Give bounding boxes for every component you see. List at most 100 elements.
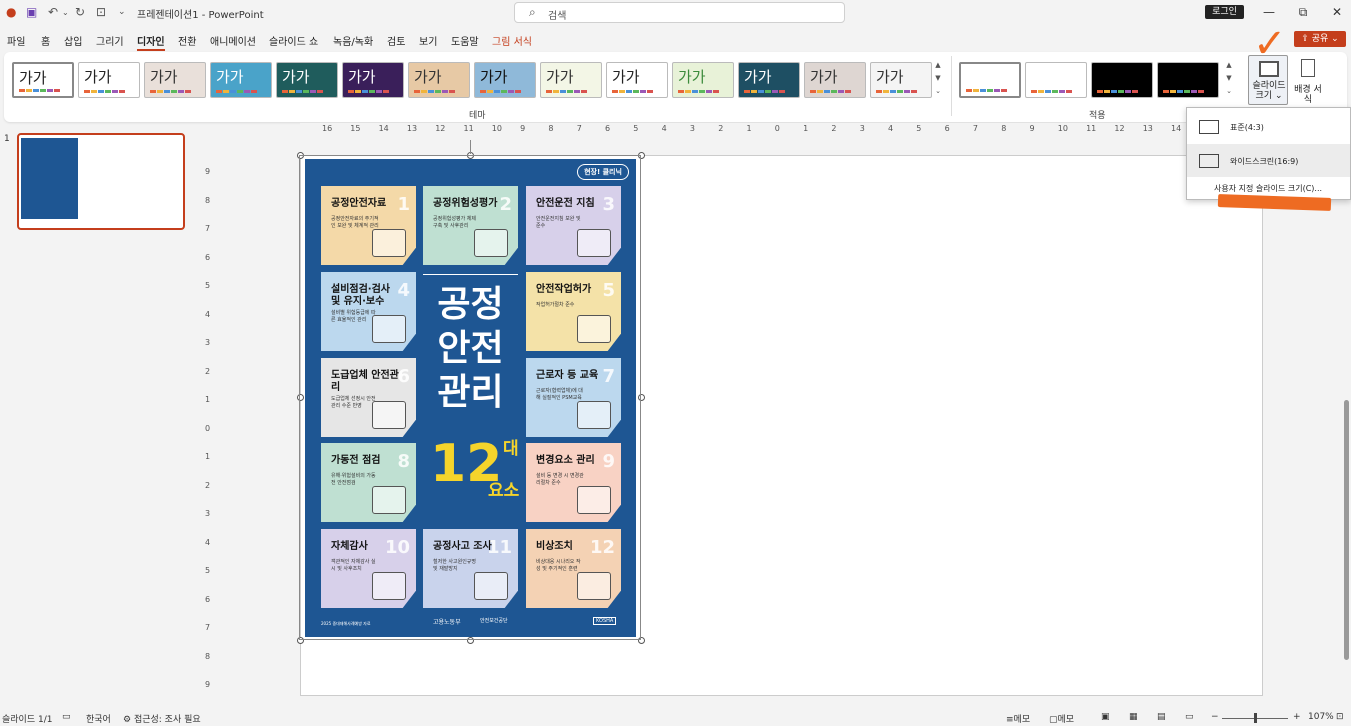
zoom-out-icon[interactable]: − (1211, 712, 1219, 722)
language-indicator[interactable]: 한국어 (86, 712, 111, 725)
resize-handle-s[interactable] (467, 637, 474, 644)
tab-draw[interactable]: 그리기 (96, 33, 124, 48)
status-bar: 슬라이드 1/1 ▭ 한국어 ⚙ 접근성: 조사 필요 ≡메모 ▢메모 ▣ ▦ … (0, 708, 1351, 726)
format-background-label: 배경 서식 (1294, 85, 1322, 105)
tab-view[interactable]: 보기 (419, 33, 437, 48)
ruler-tick-label: 10 (1057, 124, 1068, 133)
theme-thumbnail[interactable]: 가가 (672, 62, 734, 98)
undo-icon[interactable]: ↶ (48, 5, 58, 19)
variant-thumbnail[interactable] (959, 62, 1021, 98)
poster-card-title: 가동전 점검 (331, 455, 381, 466)
theme-thumbnail[interactable]: 가가 (804, 62, 866, 98)
tab-transitions[interactable]: 전환 (178, 33, 196, 48)
themes-scroll[interactable]: ▲ ▼ ⌄ (933, 59, 943, 99)
ruler-tick-label: 7 (205, 623, 211, 632)
variants-scroll[interactable]: ▲ ▼ ⌄ (1224, 59, 1234, 99)
poster-dae: 대 (503, 439, 519, 459)
theme-thumbnail[interactable]: 가가 (342, 62, 404, 98)
theme-thumbnail[interactable]: 가가 (738, 62, 800, 98)
theme-thumbnail[interactable]: 가가 (276, 62, 338, 98)
slide-size-standard-option[interactable]: 표준(4:3) (1187, 110, 1350, 143)
close-icon[interactable]: ✕ (1327, 5, 1347, 19)
scroll-thumb[interactable] (1344, 400, 1349, 660)
custom-slide-size-option[interactable]: 사용자 지정 슬라이드 크기(C)... (1214, 183, 1322, 194)
tab-animations[interactable]: 애니메이션 (210, 33, 256, 48)
theme-sample-text: 가가 (744, 68, 772, 86)
theme-thumbnail[interactable]: 가가 (474, 62, 536, 98)
tab-design[interactable]: 디자인 (137, 33, 165, 51)
notes-button[interactable]: ≡메모 (1006, 712, 1030, 725)
poster-card: 10 자체감사 객관적인 자체감사 실시 및 사후조치 (321, 529, 416, 608)
slide-thumbnail[interactable] (17, 133, 185, 230)
theme-thumbnail[interactable]: 가가 (540, 62, 602, 98)
save-icon[interactable]: ▣ (26, 5, 37, 19)
slide-counter: 슬라이드 1/1 (2, 715, 53, 725)
zoom-in-icon[interactable]: + (1293, 712, 1301, 722)
theme-color-bars (282, 90, 323, 93)
theme-thumbnail[interactable]: 가가 (210, 62, 272, 98)
slide-sorter-icon[interactable]: ▦ (1129, 712, 1138, 722)
poster-footer-left: 2025 중대재해사례예방 자료 (321, 621, 371, 626)
fit-slide-icon[interactable]: ⊡ (1336, 712, 1344, 722)
poster-card: 6 도급업체 안전관리 도급업체 선정시 안전관리 수준 반영 (321, 358, 416, 437)
accessibility-status[interactable]: ⚙ 접근성: 조사 필요 (123, 712, 201, 725)
normal-view-icon[interactable]: ▣ (1101, 712, 1110, 722)
tab-review[interactable]: 검토 (387, 33, 405, 48)
poster-image[interactable]: 현장! 클리닉 공정 안전 관리 12 대 요소 1 공정안전자료 공정안전자료의 … (305, 159, 636, 637)
share-button[interactable]: ⇪ 공유 ⌄ (1294, 31, 1346, 47)
poster-card-title: 비상조치 (536, 541, 573, 552)
redo-icon[interactable]: ↻ (75, 5, 85, 19)
theme-thumbnail[interactable]: 가가 (408, 62, 470, 98)
ruler-tick-label: 9 (1029, 124, 1035, 133)
ruler-tick-label: 9 (205, 680, 211, 689)
zoom-level[interactable]: 107% (1308, 712, 1334, 722)
tab-help[interactable]: 도움말 (451, 33, 479, 48)
resize-handle-sw[interactable] (297, 637, 304, 644)
resize-handle-ne[interactable] (638, 152, 645, 159)
search-box[interactable]: ⌕ 검색 (514, 2, 845, 23)
tab-slideshow[interactable]: 슬라이드 쇼 (269, 33, 318, 48)
zoom-slider-thumb[interactable] (1254, 713, 1257, 723)
variant-thumbnail[interactable] (1091, 62, 1153, 98)
ruler-tick-label: 4 (205, 537, 211, 547)
tab-home[interactable]: 홈 (41, 33, 50, 48)
comments-button[interactable]: ▢메모 (1049, 712, 1074, 725)
undo-dropdown-icon[interactable]: ⌄ (62, 8, 69, 17)
login-button[interactable]: 로그인 (1205, 5, 1244, 19)
theme-color-bars (216, 90, 257, 93)
theme-thumbnail[interactable]: 가가 (870, 62, 932, 98)
minimize-icon[interactable]: — (1259, 5, 1279, 19)
poster-card-subtitle: 안전운전지침 보완 및 준수 (536, 216, 581, 229)
poster-card-title: 자체감사 (331, 541, 368, 552)
present-icon[interactable]: ⊡ (96, 5, 106, 19)
theme-thumbnail[interactable]: 가가 (12, 62, 74, 98)
ruler-tick-label: 6 (205, 252, 211, 262)
spellcheck-icon[interactable]: ▭ (62, 712, 71, 722)
theme-sample-text: 가가 (348, 68, 376, 86)
resize-handle-e[interactable] (638, 394, 645, 401)
restore-icon[interactable]: ⧉ (1293, 5, 1313, 20)
format-background-button[interactable]: 배경 서식 (1291, 55, 1325, 105)
theme-sample-text: 가가 (282, 68, 310, 86)
variant-thumbnail[interactable] (1025, 62, 1087, 98)
vertical-scrollbar[interactable] (1342, 370, 1350, 690)
theme-thumbnail[interactable]: 가가 (78, 62, 140, 98)
reading-view-icon[interactable]: ▤ (1157, 712, 1166, 722)
resize-handle-w[interactable] (297, 394, 304, 401)
tab-file[interactable]: 파일 (7, 33, 25, 48)
slideshow-view-icon[interactable]: ▭ (1185, 712, 1194, 722)
ruler-tick-label: 7 (972, 124, 978, 133)
variant-thumbnail[interactable] (1157, 62, 1219, 98)
theme-thumbnail[interactable]: 가가 (606, 62, 668, 98)
theme-thumbnail[interactable]: 가가 (144, 62, 206, 98)
tab-insert[interactable]: 삽입 (64, 33, 82, 48)
customize-toolbar-icon[interactable]: ⌄ (118, 7, 126, 17)
poster-card: 9 변경요소 관리 설비 등 변경 시 변경관리절차 준수 (526, 443, 621, 522)
theme-sample-text: 가가 (480, 68, 508, 86)
theme-color-bars (480, 90, 521, 93)
resize-handle-nw[interactable] (297, 152, 304, 159)
tab-picture-format[interactable]: 그림 서식 (492, 33, 532, 48)
tab-record[interactable]: 녹음/녹화 (333, 33, 373, 48)
resize-handle-se[interactable] (638, 637, 645, 644)
slide-size-widescreen-option[interactable]: 와이드스크린(16:9) (1187, 144, 1350, 177)
